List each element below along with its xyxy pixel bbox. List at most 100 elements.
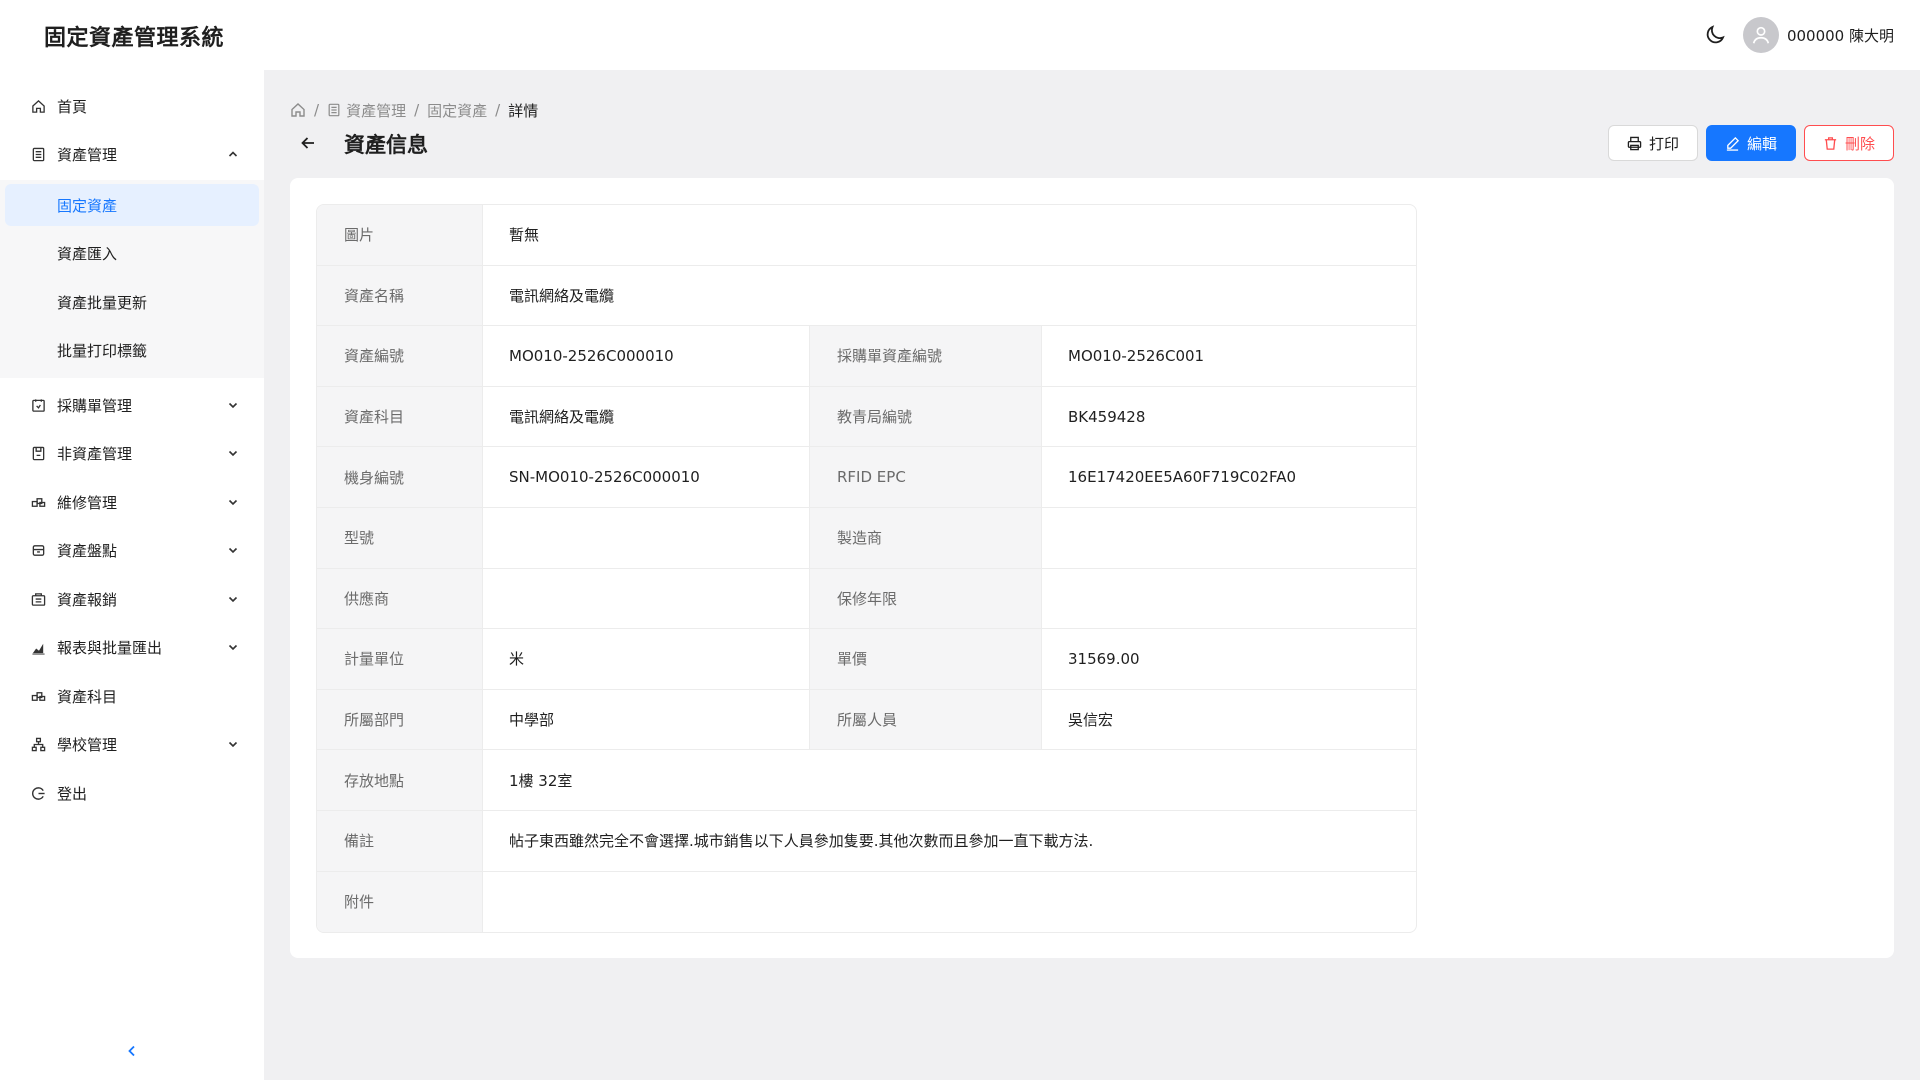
sidebar-subitem-label: 資產批量更新 [57,293,148,312]
sidebar-item-label: 學校管理 [57,735,118,754]
field-value [1042,508,1416,568]
page-title: 資產信息 [344,133,428,157]
arrow-left-icon [301,137,314,149]
field-value: 暫無 [509,226,540,245]
trash-icon [1824,136,1837,150]
sidebar-subitem-asset-import[interactable]: 資產匯入 [5,232,259,274]
field-label: 採購單資產編號 [810,326,1042,386]
detail-row-serial: 機身編號 SN-MO010-2526C000010 RFID EPC 16E17… [317,447,1416,508]
app-title: 固定資產管理系統 [44,26,225,51]
field-label: 資產科目 [317,386,483,447]
chevron-down-icon [226,592,240,606]
sidebar-item-asset-management[interactable]: 資產管理 [0,132,264,176]
print-label: 打印 [1648,134,1679,153]
sidebar-subitem-label: 固定資產 [57,196,118,215]
field-value [483,507,810,568]
repair-icon [30,494,46,510]
home-icon [30,98,46,114]
sidebar-item-non-asset[interactable]: 非資產管理 [0,431,264,475]
breadcrumb-current: 詳情 [508,101,539,120]
field-label: 保修年限 [810,568,1042,629]
edit-button[interactable]: 編輯 [1706,125,1796,161]
list-icon [30,146,46,162]
user-name: 000000 陳大明 [1786,26,1894,45]
breadcrumb-fixed-assets[interactable]: 固定資產 [427,100,487,121]
sidebar-item-label: 資產盤點 [57,541,118,560]
sidebar-item-logout[interactable]: 登出 [0,771,264,815]
field-value [1042,569,1416,629]
breadcrumb: / 資產管理 / 固定資產 / 詳情 [290,100,538,120]
sidebar-subitem-fixed-assets[interactable]: 固定資產 [5,184,259,226]
logout-icon [30,785,46,801]
breadcrumb-asset-management[interactable]: 資產管理 [327,100,406,121]
sidebar-item-asset-subjects[interactable]: 資產科目 [0,674,264,718]
field-label: 圖片 [317,205,483,265]
field-value: 電訊網絡及電纜 [483,386,810,447]
field-value: BK459428 [1068,407,1146,426]
field-label: 供應商 [317,568,483,629]
field-label: 存放地點 [317,750,483,810]
collapse-sidebar-button[interactable] [121,1040,143,1062]
sidebar-item-label: 資產科目 [57,687,118,706]
sidebar-item-label: 維修管理 [57,493,118,512]
field-value: MO010-2526C000010 [483,326,810,386]
detail-row-remark: 備註 帖子東西雖然完全不會選擇.城市銷售以下人員參加隻要.其他次數而且參加一直下… [317,810,1416,872]
detail-row-subject: 資產科目 電訊網絡及電纜 教青局編號 BK459428 [317,386,1416,448]
avatar [1742,17,1779,53]
field-label: 型號 [317,507,483,568]
user-menu[interactable]: 000000 陳大明 [1742,17,1894,53]
sidebar-item-label: 登出 [57,784,88,803]
field-value [483,872,1416,933]
sidebar-item-label: 採購單管理 [57,396,133,415]
sidebar-item-reports[interactable]: 報表與批量匯出 [0,625,264,669]
field-label: 附件 [317,871,483,933]
detail-row-location: 存放地點 1樓 32室 [317,750,1416,811]
sidebar-subitem-label: 批量打印標籤 [57,341,148,360]
inventory-icon [30,542,46,558]
action-bar: 打印 編輯 刪除 [1608,125,1894,161]
field-value: SN-MO010-2526C000010 [483,447,810,507]
back-button[interactable] [296,131,320,155]
sidebar: 首頁 資產管理 固定資產 資產匯入 資產批量更新 批量打印標籤 採購單管理 非資… [0,70,264,1080]
chevron-down-icon [226,495,240,509]
chevron-up-icon [226,147,240,161]
printer-icon [1627,136,1642,150]
sidebar-item-school-management[interactable]: 學校管理 [0,722,264,766]
field-value: 電訊網絡及電纜 [509,286,615,305]
field-label: 教青局編號 [810,386,1042,447]
top-header: 固定資產管理系統 000000 陳大明 [0,0,1920,70]
detail-row-code: 資產編號 MO010-2526C000010 採購單資產編號 MO010-252… [317,326,1416,387]
category-icon [30,688,46,704]
detail-row-department: 所屬部門 中學部 所屬人員 吳信宏 [317,689,1416,751]
field-label: 機身編號 [317,447,483,507]
chevron-down-icon [226,446,240,460]
sidebar-subitem-batch-update[interactable]: 資產批量更新 [5,281,259,323]
field-value: 1樓 32室 [509,771,573,790]
print-button[interactable]: 打印 [1608,125,1698,161]
delete-button[interactable]: 刪除 [1804,125,1894,161]
field-label: 所屬人員 [810,689,1042,750]
field-value: 16E17420EE5A60F719C02FA0 [1068,468,1297,487]
sidebar-item-repair[interactable]: 維修管理 [0,480,264,524]
sidebar-item-home[interactable]: 首頁 [0,84,264,128]
field-label: 製造商 [810,507,1042,568]
field-value: 中學部 [483,689,810,750]
field-value [483,568,810,629]
asset-submenu: 固定資產 資產匯入 資產批量更新 批量打印標籤 [0,180,264,378]
sidebar-item-label: 非資產管理 [57,444,133,463]
detail-row-image: 圖片 暫無 [317,205,1416,266]
field-label: 備註 [317,810,483,871]
sidebar-item-purchase-orders[interactable]: 採購單管理 [0,383,264,427]
field-value: 米 [483,629,810,689]
asset-detail-card: 圖片 暫無 資產名稱 電訊網絡及電纜 資產編號 MO010-2526C00001… [290,178,1894,958]
field-label: 資產名稱 [317,265,483,326]
moon-icon[interactable] [1701,21,1729,49]
sidebar-item-writeoff[interactable]: 資產報銷 [0,577,264,621]
sidebar-item-inventory[interactable]: 資產盤點 [0,528,264,572]
chevron-down-icon [226,543,240,557]
field-label: 所屬部門 [317,689,483,750]
breadcrumb-label: 資產管理 [346,101,407,120]
breadcrumb-home[interactable] [290,102,306,118]
sidebar-subitem-batch-print-labels[interactable]: 批量打印標籤 [5,329,259,371]
detail-row-unit: 計量單位 米 單價 31569.00 [317,629,1416,690]
